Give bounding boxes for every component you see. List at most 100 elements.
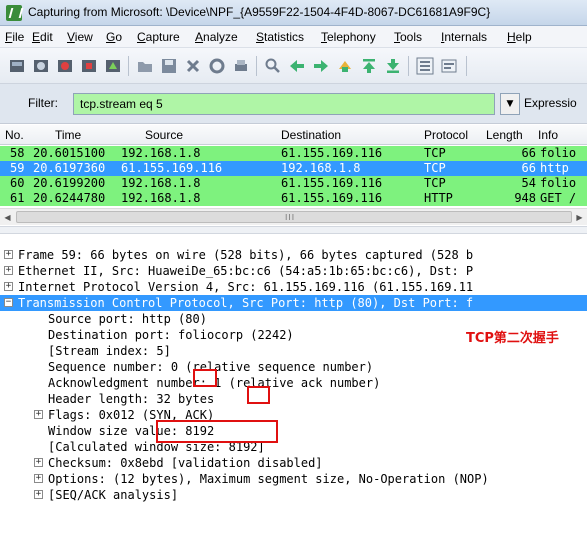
menu-go[interactable]: Go	[106, 30, 122, 44]
stop-capture-icon[interactable]	[32, 57, 50, 75]
packet-details-pane: + Frame 59: 66 bytes on wire (528 bits), …	[0, 234, 587, 534]
detail-row-ethernet[interactable]: + Ethernet II, Src: HuaweiDe_65:bc:c6 (54…	[0, 263, 587, 279]
detail-row-ack[interactable]: Acknowledgment number: 1 (relative ack n…	[0, 375, 587, 391]
detail-row-frame[interactable]: + Frame 59: 66 bytes on wire (528 bits), …	[0, 247, 587, 263]
chevron-down-icon: ▼	[506, 99, 514, 109]
toolbar-separator	[128, 56, 129, 76]
scroll-right-icon[interactable]: ▶	[573, 211, 586, 224]
expand-icon[interactable]: +	[34, 490, 43, 499]
expression-button[interactable]: Expressio	[524, 96, 577, 110]
packet-cell-protocol: HTTP	[424, 191, 453, 205]
pane-splitter[interactable]	[0, 226, 587, 234]
packet-cell-info: folio	[540, 146, 577, 160]
expand-icon[interactable]: +	[4, 250, 13, 259]
menu-tools[interactable]: Tools	[394, 30, 422, 44]
packet-row[interactable]: 58 20.6015100 192.168.1.8 61.155.169.116 TCP…	[0, 146, 587, 161]
back-icon[interactable]	[288, 57, 306, 75]
scroll-left-icon[interactable]: ◀	[1, 211, 14, 224]
filter-dropdown-button[interactable]: ▼	[500, 93, 520, 115]
detail-row-window[interactable]: Window size value: 8192	[0, 423, 587, 439]
colorize-icon[interactable]	[416, 57, 434, 75]
packet-row[interactable]: 61 20.6244780 192.168.1.8 61.155.169.116 HTT…	[0, 191, 587, 206]
display-filter-input[interactable]: tcp.stream eq 5	[73, 93, 495, 115]
menu-analyze[interactable]: Analyze	[195, 30, 238, 44]
toolbar-separator	[466, 56, 467, 76]
menu-edit[interactable]: Edit	[32, 30, 53, 44]
packet-cell-protocol: TCP	[424, 161, 446, 175]
restart-capture-icon[interactable]	[56, 57, 74, 75]
detail-row-tcp[interactable]: − Transmission Control Protocol, Src Port…	[0, 295, 587, 311]
goto-last-icon[interactable]	[384, 57, 402, 75]
packet-cell-destination: 192.168.1.8	[281, 161, 361, 175]
toolbar-separator	[408, 56, 409, 76]
col-header-time[interactable]: Time	[55, 128, 81, 142]
reload-icon[interactable]	[208, 57, 226, 75]
goto-icon[interactable]	[336, 57, 354, 75]
expand-icon[interactable]: +	[34, 458, 43, 467]
packet-list-hscrollbar[interactable]: ◀ III ▶	[0, 208, 587, 225]
interfaces-icon[interactable]	[104, 57, 122, 75]
expand-icon[interactable]: +	[4, 266, 13, 275]
packet-cell-length: 54	[521, 176, 536, 190]
detail-row-seqack[interactable]: + [SEQ/ACK analysis]	[0, 487, 587, 503]
menu-capture[interactable]: Capture	[137, 30, 180, 44]
detail-row-ip[interactable]: + Internet Protocol Version 4, Src: 61.15…	[0, 279, 587, 295]
forward-icon[interactable]	[312, 57, 330, 75]
collapse-icon[interactable]: −	[4, 298, 13, 307]
packet-cell-protocol: TCP	[424, 176, 446, 190]
col-header-length[interactable]: Length	[486, 128, 523, 142]
title-bar: Capturing from Microsoft: \Device\NPF_{A…	[0, 0, 587, 26]
start-capture-icon[interactable]	[8, 57, 26, 75]
detail-row-checksum[interactable]: + Checksum: 0x8ebd [validation disabled]	[0, 455, 587, 471]
filter-bar: Filter: tcp.stream eq 5 ▼ Expressio	[0, 84, 587, 124]
grip-icon: III	[285, 213, 296, 222]
menu-bar: File Edit View Go Capture Analyze Statis…	[0, 26, 587, 48]
capture-options-icon[interactable]	[80, 57, 98, 75]
col-header-no[interactable]: No.	[5, 128, 24, 142]
flags-highlight-box	[156, 420, 278, 443]
packet-cell-destination: 61.155.169.116	[281, 146, 383, 160]
packet-cell-length: 66	[521, 161, 536, 175]
menu-statistics[interactable]: Statistics	[256, 30, 304, 44]
menu-internals[interactable]: Internals	[441, 30, 487, 44]
packet-row[interactable]: 60 20.6199200 192.168.1.8 61.155.169.116 TCP…	[0, 176, 587, 191]
detail-row-calc-window[interactable]: [Calculated window size: 8192]	[0, 439, 587, 455]
packet-cell-source: 192.168.1.8	[121, 176, 201, 190]
find-icon[interactable]	[264, 57, 282, 75]
seq-highlight-box	[193, 369, 217, 387]
scrollbar-thumb[interactable]: III	[16, 211, 572, 223]
menu-help[interactable]: Help	[507, 30, 532, 44]
packet-cell-no: 58	[10, 146, 25, 160]
detail-row-flags[interactable]: + Flags: 0x012 (SYN, ACK)	[0, 407, 587, 423]
menu-view[interactable]: View	[67, 30, 93, 44]
goto-first-icon[interactable]	[360, 57, 378, 75]
menu-file[interactable]: File	[5, 30, 24, 44]
detail-row-options[interactable]: + Options: (12 bytes), Maximum segment si…	[0, 471, 587, 487]
expand-icon[interactable]: +	[34, 474, 43, 483]
packet-cell-length: 948	[514, 191, 536, 205]
expand-icon[interactable]: +	[4, 282, 13, 291]
wireshark-app-icon	[6, 5, 22, 21]
ack-highlight-box	[247, 386, 270, 404]
col-header-info[interactable]: Info	[538, 128, 558, 142]
main-toolbar	[0, 48, 587, 84]
detail-row-header-length[interactable]: Header length: 32 bytes	[0, 391, 587, 407]
col-header-source[interactable]: Source	[145, 128, 183, 142]
packet-cell-info: http	[540, 161, 569, 175]
toolbar-separator	[256, 56, 257, 76]
close-file-icon[interactable]	[184, 57, 202, 75]
packet-cell-time: 20.6197360	[33, 161, 106, 175]
packet-cell-info: GET /	[540, 191, 577, 205]
col-header-protocol[interactable]: Protocol	[424, 128, 468, 142]
autoscroll-icon[interactable]	[440, 57, 458, 75]
packet-row[interactable]: 59 20.6197360 61.155.169.116 192.168.1.8 TCP…	[0, 161, 587, 176]
packet-cell-protocol: TCP	[424, 146, 446, 160]
print-icon[interactable]	[232, 57, 250, 75]
detail-row-seq[interactable]: Sequence number: 0 (relative sequence nu…	[0, 359, 587, 375]
save-file-icon[interactable]	[160, 57, 178, 75]
col-header-destination[interactable]: Destination	[281, 128, 341, 142]
menu-telephony[interactable]: Telephony	[321, 30, 376, 44]
expand-icon[interactable]: +	[34, 410, 43, 419]
detail-row-src-port[interactable]: Source port: http (80)	[0, 311, 587, 327]
open-file-icon[interactable]	[136, 57, 154, 75]
